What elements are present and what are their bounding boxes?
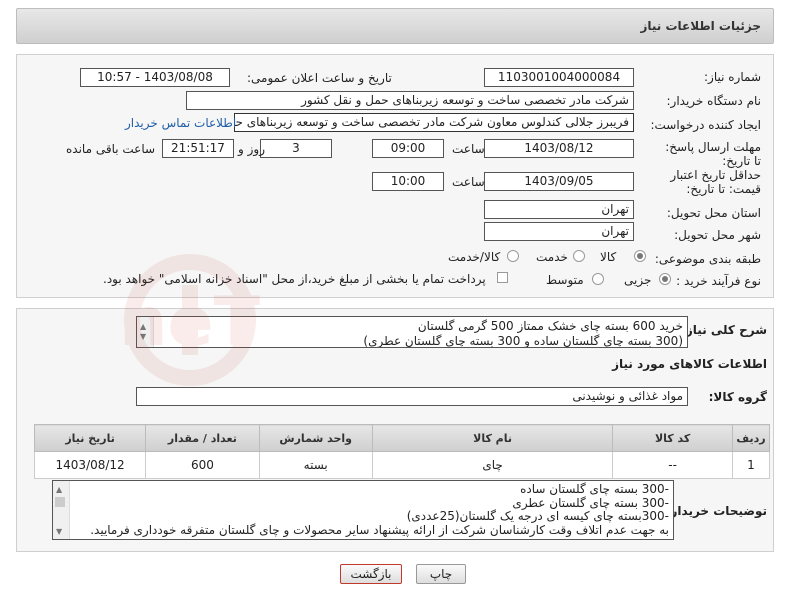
reply-deadline-label: مهلت ارسال پاسخ: تا تاریخ: (665, 140, 761, 168)
table-row[interactable]: 1 -- چای بسته 600 1403/08/12 (33, 451, 771, 479)
page-title: جزئیات اطلاعات نیاز (640, 19, 761, 33)
col-header-quantity: تعداد / مقدار (145, 424, 260, 452)
page-header: جزئیات اطلاعات نیاز (16, 8, 774, 44)
remaining-time-field[interactable]: 21:51:17 (162, 139, 234, 158)
cell-item-code: -- (612, 451, 733, 479)
goods-table: ردیف کد کالا نام کالا واحد شمارش تعداد /… (33, 424, 771, 479)
col-header-item-name: نام کالا (371, 424, 614, 452)
province-field[interactable]: تهران (484, 200, 634, 219)
col-header-unit: واحد شمارش (258, 424, 373, 452)
cell-quantity: 600 (145, 451, 260, 479)
days-field[interactable]: 3 (260, 139, 332, 158)
days-label: روز و (238, 142, 265, 156)
scroll-up-icon[interactable]: ▲ (56, 483, 62, 497)
announce-label: تاریخ و ساعت اعلان عمومی: (247, 71, 392, 85)
buyer-note-line: -300 بسته چای گلستان عطری (512, 495, 669, 510)
validity-time-label: ساعت (452, 175, 485, 189)
buyer-org-field[interactable]: شرکت مادر تخصصی ساخت و توسعه زیربناهای ح… (186, 91, 634, 110)
print-button[interactable]: چاپ (416, 564, 466, 584)
buyer-notes-textarea[interactable]: ▲ ▼ -300 بسته چای گلستان ساده -300 بسته … (52, 480, 674, 540)
requester-field[interactable]: فریبرز جلالی کندلوس معاون شرکت مادر تخصص… (234, 113, 634, 132)
remaining-label: ساعت باقی مانده (66, 142, 156, 156)
cell-unit: بسته (258, 451, 373, 479)
table-header-row: ردیف کد کالا نام کالا واحد شمارش تعداد /… (33, 424, 771, 452)
announce-field[interactable]: 1403/08/08 - 10:57 (80, 68, 230, 87)
scroll-thumb[interactable] (55, 497, 65, 507)
city-label: شهر محل تحویل: (674, 228, 761, 242)
buyer-notes-scrollbar[interactable]: ▲ ▼ (53, 481, 70, 539)
buyer-note-line: -300بسته چای کیسه ای درجه یک گلستان(25عد… (406, 509, 669, 523)
city-field[interactable]: تهران (484, 222, 634, 241)
reply-time-label: ساعت (452, 142, 485, 156)
goods-group-label: گروه کالا: (708, 390, 767, 404)
requester-label: ایجاد کننده درخواست: (650, 118, 761, 132)
validity-date-field[interactable]: 1403/09/05 (484, 172, 634, 191)
validity-time-field[interactable]: 10:00 (372, 172, 444, 191)
description-label: شرح کلی نیاز: (681, 323, 767, 337)
cell-row-number: 1 (731, 451, 771, 479)
purchase-type-label: نوع فرآیند خرید : (676, 274, 761, 288)
buyer-contact-link[interactable]: اطلاعات تماس خریدار (125, 116, 236, 130)
buyer-org-label: نام دستگاه خریدار: (666, 94, 762, 108)
validity-label: حداقل تاریخ اعتبار قیمت: تا تاریخ: (670, 168, 761, 196)
buyer-note-line: -300 بسته چای گلستان ساده (520, 482, 669, 496)
province-label: استان محل تحویل: (666, 206, 761, 220)
back-button[interactable]: بازگشت (340, 564, 402, 584)
buyer-notes-label: توضیحات خریدار: (665, 504, 767, 518)
col-header-row-number: ردیف (731, 424, 771, 452)
need-number-label: شماره نیاز: (704, 70, 761, 84)
cell-need-date: 1403/08/12 (33, 451, 147, 479)
watermark-text: AriaTender.neT (120, 283, 261, 362)
reply-date-field[interactable]: 1403/08/12 (484, 139, 634, 158)
scroll-down-icon[interactable]: ▼ (56, 525, 62, 539)
buyer-note-line: به جهت عدم اتلاف وقت کارشناسان شرکت از ا… (90, 522, 669, 537)
cell-item-name: چای (371, 451, 614, 479)
need-number-field[interactable]: 1103001004000084 (484, 68, 634, 87)
reply-time-field[interactable]: 09:00 (372, 139, 444, 158)
col-header-need-date: تاریخ نیاز (33, 424, 147, 452)
watermark-logo: AriaTender.neT (0, 245, 680, 395)
col-header-item-code: کد کالا (612, 424, 733, 452)
